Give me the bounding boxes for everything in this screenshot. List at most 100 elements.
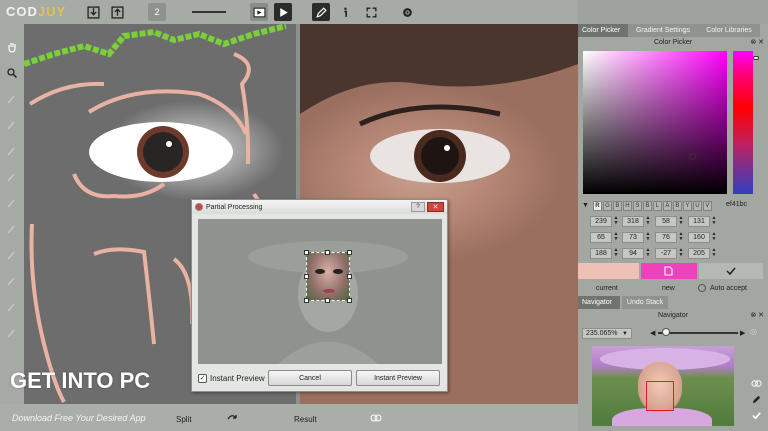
accept-color-button[interactable] (699, 263, 763, 279)
fullscreen-icon[interactable] (362, 3, 380, 21)
zoom-select[interactable]: 235.065% ▼ (582, 328, 632, 339)
zoom-slider-thumb[interactable] (662, 328, 670, 336)
select-tool-icon[interactable] (3, 272, 21, 290)
mode-button[interactable]: V (702, 200, 712, 211)
spinner-icon[interactable]: ▲ ▼ (678, 216, 684, 227)
mode-button[interactable]: U (692, 200, 702, 211)
brush-size-field[interactable]: 2 (148, 3, 166, 21)
value-field[interactable]: 94 (622, 248, 644, 259)
zoom-icon[interactable] (3, 64, 21, 82)
resize-handle[interactable] (347, 250, 352, 255)
tab-undo-stack[interactable]: Undo Stack (622, 296, 668, 309)
result-label[interactable]: Result (294, 415, 317, 424)
split-label[interactable]: Split (176, 415, 192, 424)
mode-button[interactable]: R (592, 200, 602, 211)
hue-slider[interactable] (733, 51, 753, 194)
value-field[interactable]: 58 (655, 216, 677, 227)
resize-handle[interactable] (304, 250, 309, 255)
mode-button[interactable]: B (672, 200, 682, 211)
mode-button[interactable]: B (642, 200, 652, 211)
spinner-icon[interactable]: ▲ ▼ (645, 248, 651, 259)
tab-gradient-settings[interactable]: Gradient Settings (628, 24, 698, 37)
zoom-in-icon[interactable]: ▶ (740, 329, 745, 337)
brush-tool-icon[interactable] (3, 90, 21, 108)
value-field[interactable]: 76 (655, 232, 677, 243)
transform-tool-icon[interactable] (3, 298, 21, 316)
tab-color-libraries[interactable]: Color Libraries (698, 24, 760, 37)
color-cursor[interactable] (689, 153, 696, 160)
compare-icon[interactable] (370, 412, 384, 424)
cancel-button[interactable]: Cancel (268, 370, 352, 386)
navigator-close-icon[interactable]: ⊗ ✕ (750, 311, 764, 319)
tab-color-picker[interactable]: Color Picker (578, 24, 628, 37)
preview-canvas[interactable] (198, 219, 442, 364)
fill-tool-icon[interactable] (3, 194, 21, 212)
spinner-icon[interactable]: ▲ ▼ (678, 248, 684, 259)
mode-button[interactable]: Y (682, 200, 692, 211)
spinner-icon[interactable]: ▲ ▼ (711, 216, 717, 227)
instant-preview-button[interactable]: Instant Preview (356, 370, 440, 386)
line-tool-icon[interactable] (3, 168, 21, 186)
spinner-icon[interactable]: ▲ ▼ (645, 216, 651, 227)
close-button[interactable]: ✕ (427, 202, 444, 212)
resize-handle[interactable] (325, 250, 330, 255)
clear-tool-icon[interactable] (3, 324, 21, 342)
zoom-out-icon[interactable]: ◀ (650, 329, 655, 337)
value-field[interactable]: 131 (688, 216, 710, 227)
spinner-icon[interactable]: ▲ ▼ (613, 232, 619, 243)
current-color-swatch[interactable] (578, 263, 639, 279)
help-button[interactable]: ? (411, 202, 425, 212)
new-color-swatch[interactable] (641, 263, 697, 279)
resize-handle[interactable] (304, 274, 309, 279)
spinner-icon[interactable]: ▲ ▼ (711, 232, 717, 243)
hand-icon[interactable] (3, 38, 21, 56)
info-icon[interactable] (336, 3, 354, 21)
export-icon[interactable] (108, 3, 126, 21)
value-field[interactable]: 239 (590, 216, 612, 227)
resize-handle[interactable] (347, 298, 352, 303)
spinner-icon[interactable]: ▲ ▼ (645, 232, 651, 243)
resize-handle[interactable] (325, 298, 330, 303)
spinner-icon[interactable]: ▲ ▼ (711, 248, 717, 259)
auto-accept-radio[interactable] (698, 284, 706, 292)
selection-region[interactable] (306, 252, 350, 301)
spinner-icon[interactable]: ▲ ▼ (613, 248, 619, 259)
mode-button[interactable]: S (632, 200, 642, 211)
rotate-icon[interactable] (226, 412, 240, 424)
mode-button[interactable]: L (652, 200, 662, 211)
panel-close-icon[interactable]: ⊗ ✕ (750, 38, 764, 46)
value-field[interactable]: 65 (590, 232, 612, 243)
spinner-icon[interactable]: ▲ ▼ (613, 216, 619, 227)
resize-handle[interactable] (347, 274, 352, 279)
resize-handle[interactable] (304, 298, 309, 303)
value-field[interactable]: -27 (655, 248, 677, 259)
settings-icon[interactable] (398, 3, 416, 21)
mode-button[interactable]: B (612, 200, 622, 211)
zoom-slider[interactable] (658, 332, 738, 334)
play-icon[interactable] (274, 3, 292, 21)
value-field[interactable]: 318 (622, 216, 644, 227)
marker-tool-icon[interactable] (3, 116, 21, 134)
spinner-icon[interactable]: ▲ ▼ (678, 232, 684, 243)
picker-tool-icon[interactable] (3, 220, 21, 238)
mode-button[interactable]: A (662, 200, 672, 211)
hue-marker[interactable] (753, 56, 759, 60)
mode-button[interactable]: H (622, 200, 632, 211)
hex-value[interactable]: ef41bc (726, 201, 747, 208)
mode-button[interactable]: G (602, 200, 612, 211)
saturation-value-area[interactable] (583, 51, 727, 194)
fit-view-icon[interactable]: ◎ (750, 327, 757, 336)
colorize-icon[interactable] (250, 3, 268, 21)
value-field[interactable]: 160 (688, 232, 710, 243)
navigator-thumbnail[interactable] (592, 346, 734, 426)
import-icon[interactable] (84, 3, 102, 21)
value-field[interactable]: 73 (622, 232, 644, 243)
instant-preview-checkbox[interactable]: ✓ (198, 373, 207, 383)
check-icon[interactable] (749, 408, 763, 422)
compare-view-icon[interactable] (749, 376, 763, 390)
dialog-titlebar[interactable]: Partial Processing ? ✕ (192, 200, 447, 214)
pen-icon[interactable] (312, 3, 330, 21)
expand-arrow-icon[interactable]: ▼ (582, 202, 589, 209)
value-field[interactable]: 205 (688, 248, 710, 259)
eraser-tool-icon[interactable] (3, 142, 21, 160)
